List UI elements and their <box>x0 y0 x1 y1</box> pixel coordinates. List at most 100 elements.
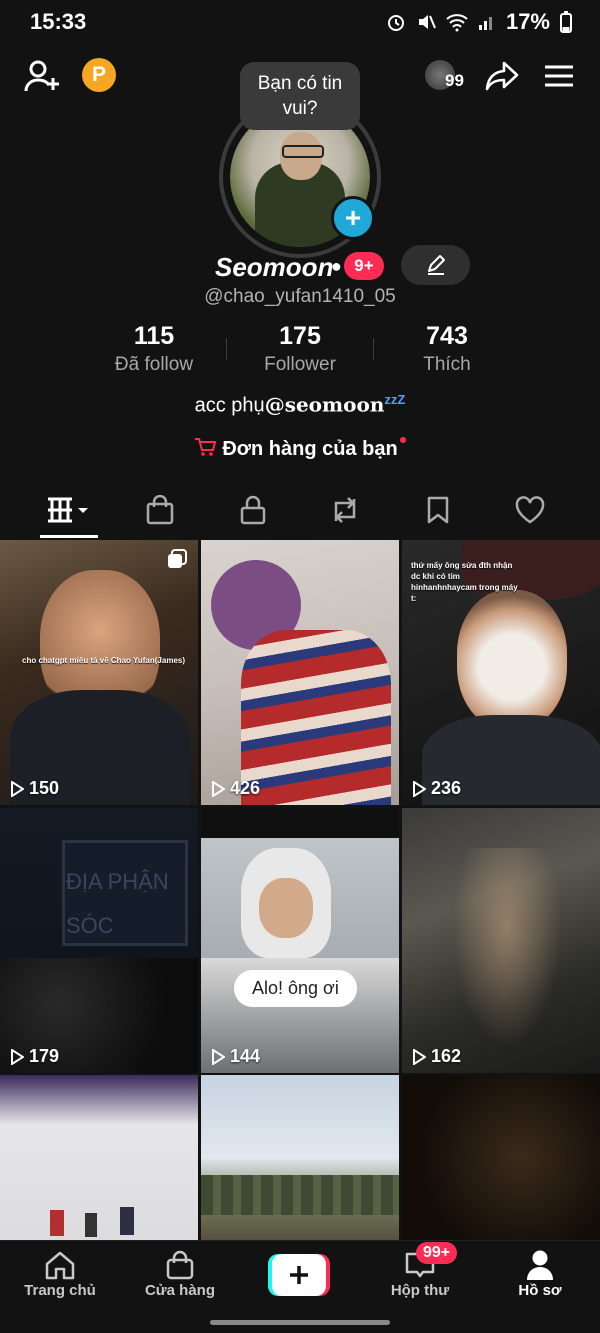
alarm-icon <box>387 15 404 31</box>
add-user-icon <box>24 60 59 92</box>
stat-following[interactable]: 115 Đã follow <box>84 322 224 376</box>
coin-icon: P <box>91 63 106 86</box>
hamburger-icon <box>545 65 573 87</box>
inbox-badge: 99+ <box>416 1242 458 1264</box>
home-indicator[interactable] <box>210 1320 390 1325</box>
plus-icon: + <box>344 202 362 233</box>
mute-icon <box>418 15 436 29</box>
heart-icon <box>515 496 545 524</box>
menu-button[interactable] <box>540 58 578 94</box>
nav-label: Hộp thư <box>390 1282 450 1299</box>
nav-inbox[interactable]: Hộp thư 99+ <box>370 1242 470 1299</box>
view-count: 162 <box>412 1046 461 1067</box>
grid-icon <box>48 497 88 523</box>
video-tile[interactable]: cho chatgpt miêu tả về Chao Yufan(James)… <box>0 540 198 805</box>
create-button[interactable] <box>268 1254 330 1296</box>
play-icon <box>212 780 225 797</box>
profile-icon <box>527 1250 553 1280</box>
nav-home[interactable]: Trang chủ <box>10 1248 110 1299</box>
cart-icon <box>195 438 217 456</box>
lock-icon <box>240 495 266 525</box>
stat-value: 175 <box>279 322 321 350</box>
view-count: 236 <box>412 778 461 799</box>
view-count-value: 236 <box>431 778 462 798</box>
stat-value: 115 <box>133 322 175 350</box>
bio-text: acc phụ <box>194 394 265 417</box>
coins-button[interactable]: P <box>82 58 116 92</box>
friends-activity-button[interactable]: 99 <box>425 57 471 93</box>
wifi-icon <box>446 14 468 32</box>
play-icon <box>212 1048 225 1065</box>
orders-label: Đơn hàng của bạn <box>222 438 398 460</box>
bio-handle[interactable]: @seomoon <box>265 393 385 417</box>
view-count: 179 <box>10 1046 59 1067</box>
add-friend-button[interactable] <box>22 56 62 96</box>
stat-value: 743 <box>426 322 468 350</box>
video-tile[interactable] <box>0 1075 198 1240</box>
play-icon <box>11 780 24 797</box>
tab-private[interactable] <box>233 488 273 532</box>
nav-label: Trang chủ <box>24 1282 96 1299</box>
stat-label: Đã follow <box>114 354 194 375</box>
news-tooltip[interactable]: Bạn có tin vui? <box>240 62 360 130</box>
view-count-value: 162 <box>431 1046 462 1066</box>
play-icon <box>413 780 426 797</box>
stat-label: Follower <box>264 354 336 375</box>
status-time: 15:33 <box>30 9 87 34</box>
multi-photo-icon <box>168 549 187 568</box>
view-count: 426 <box>211 778 260 799</box>
orders-dot <box>399 437 406 443</box>
video-tile[interactable] <box>402 1075 600 1240</box>
view-count-value: 426 <box>230 778 261 798</box>
tab-favorites[interactable] <box>418 488 458 532</box>
shop-icon <box>166 1250 194 1280</box>
friends-count-badge: 99 <box>445 71 464 90</box>
battery-percent: 17% <box>505 9 550 34</box>
user-silhouette-icon: ● <box>331 256 342 276</box>
view-count-value: 179 <box>29 1046 60 1066</box>
play-icon <box>413 1048 426 1065</box>
orders-link[interactable]: Đơn hàng của bạn <box>0 437 600 461</box>
active-tab-indicator <box>40 535 98 538</box>
content-tabs <box>0 488 600 538</box>
username: @chao_yufan1410_05 <box>204 286 396 307</box>
speech-bubble: Alo! ông ơi <box>234 970 357 1007</box>
nav-profile[interactable]: Hồ sơ <box>490 1248 590 1299</box>
tab-liked[interactable] <box>510 488 550 532</box>
display-name: Seomoon <box>215 252 334 282</box>
create-icon <box>290 1266 308 1284</box>
stat-likes[interactable]: 743 Thích <box>377 322 517 376</box>
share-icon <box>485 61 519 91</box>
add-story-button[interactable]: + <box>331 196 375 240</box>
tab-videos[interactable] <box>42 488 98 532</box>
video-tile[interactable]: 162 <box>402 808 600 1073</box>
video-caption: thứ mấy ông sửa đth nhận dc khi có tim h… <box>411 561 518 603</box>
play-icon <box>11 1048 24 1065</box>
video-tile[interactable]: Alo! ông ơi 144 <box>201 808 399 1073</box>
battery-icon <box>560 11 572 33</box>
video-tile[interactable]: ĐỊA PHẬN SÓC TRĂNG 179 <box>0 808 198 1073</box>
tab-reposts[interactable] <box>325 488 365 532</box>
view-count: 144 <box>211 1046 260 1067</box>
video-tile[interactable]: thứ mấy ông sửa đth nhận dc khi có tim h… <box>402 540 600 805</box>
stat-followers[interactable]: 175 Follower <box>230 322 370 376</box>
sleep-icon: zzZ <box>384 392 406 407</box>
home-icon <box>45 1251 75 1280</box>
status-icons: 17% <box>386 9 572 35</box>
nav-shop[interactable]: Cửa hàng <box>130 1248 230 1299</box>
shopping-bag-icon <box>146 495 174 525</box>
bookmark-icon <box>427 496 449 524</box>
stat-label: Thích <box>423 354 471 375</box>
edit-profile-button[interactable] <box>401 245 470 285</box>
share-button[interactable] <box>482 56 522 96</box>
stat-divider <box>373 338 374 360</box>
video-tile[interactable]: 426 <box>201 540 399 805</box>
view-count-value: 144 <box>230 1046 261 1066</box>
bio: acc phụ@seomoonzzZ <box>0 392 600 418</box>
notification-badge: 9+ <box>344 252 384 280</box>
status-bar: 15:33 17% <box>0 0 600 44</box>
view-count-value: 150 <box>29 778 60 798</box>
nav-label: Cửa hàng <box>144 1282 216 1299</box>
tab-shop[interactable] <box>140 488 180 532</box>
video-tile[interactable] <box>201 1075 399 1240</box>
